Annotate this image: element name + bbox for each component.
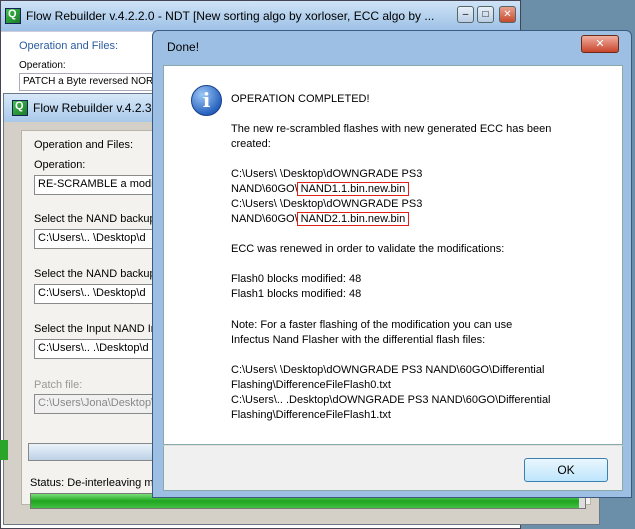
diff-file-1-line-1: C:\Users\.. .Desktop\dOWNGRADE PS3 NAND\… [231, 394, 551, 406]
message-heading: OPERATION COMPLETED! [231, 93, 370, 105]
flash1-count: Flash1 blocks modified: 48 [231, 288, 362, 300]
operation-files-group-label: Operation and Files: [34, 139, 134, 151]
output-path-1-line-1: C:\Users\ \Desktop\dOWNGRADE PS3 [231, 168, 423, 180]
operation-label: Operation: [34, 159, 86, 171]
output-file-2-highlight: NAND2.1.bin.new.bin [296, 212, 410, 226]
input-nand-label: Select the Input NAND Im [34, 323, 160, 335]
dialog-content: i OPERATION COMPLETED! The new re-scramb… [163, 65, 623, 445]
info-icon: i [191, 85, 222, 116]
output-path-1-prefix: NAND\60GO\ [231, 183, 298, 195]
message-intro-line-2: created: [231, 138, 271, 150]
dialog-titlebar[interactable]: Done! ✕ [153, 31, 631, 65]
diff-file-0-line-1: C:\Users\ \Desktop\dOWNGRADE PS3 NAND\60… [231, 364, 545, 376]
nand-backup-label-1: Select the NAND backup [34, 213, 156, 225]
back-window-title: Flow Rebuilder v.4.2.2.0 - NDT [New sort… [26, 9, 435, 23]
app-logo-icon [12, 100, 28, 116]
flash0-count: Flash0 blocks modified: 48 [231, 273, 362, 285]
done-dialog: Done! ✕ i OPERATION COMPLETED! The new r… [152, 30, 632, 498]
ecc-renewed-line: ECC was renewed in order to validate the… [231, 243, 505, 255]
message-intro-line-1: The new re-scrambled flashes with new ge… [231, 123, 552, 135]
operation-files-group-label: Operation and Files: [19, 40, 119, 52]
nand-backup-label-2: Select the NAND backup [34, 268, 156, 280]
output-path-2-line-1: C:\Users\ \Desktop\dOWNGRADE PS3 [231, 198, 423, 210]
minimize-button[interactable]: – [457, 6, 474, 23]
output-path-2-prefix: NAND\60GO\ [231, 213, 298, 225]
dialog-close-button[interactable]: ✕ [581, 35, 619, 53]
mid-window-title: Flow Rebuilder v.4.2.3.0 [33, 101, 162, 115]
status-text: Status: De-interleaving mod [30, 477, 166, 489]
maximize-button[interactable]: □ [477, 6, 494, 23]
output-path-2-line-2: NAND\60GO\ NAND2.1.bin.new.bin [231, 212, 410, 227]
back-window-titlebar[interactable]: Flow Rebuilder v.4.2.2.0 - NDT [New sort… [1, 1, 520, 31]
patch-file-label: Patch file: [34, 379, 83, 391]
side-progress-indicator [0, 440, 8, 460]
dialog-title: Done! [167, 40, 200, 54]
operation-label: Operation: [19, 60, 66, 71]
note-line-1: Note: For a faster flashing of the modif… [231, 319, 513, 331]
diff-file-0-line-2: Flashing\DifferenceFileFlash0.txt [231, 379, 391, 391]
app-logo-icon [5, 8, 21, 24]
close-button[interactable]: ✕ [499, 6, 516, 23]
dialog-footer: OK [163, 445, 623, 491]
output-file-1-highlight: NAND1.1.bin.new.bin [296, 182, 410, 196]
diff-file-1-line-2: Flashing\DifferenceFileFlash1.txt [231, 409, 391, 421]
note-line-2: Infectus Nand Flasher with the different… [231, 334, 486, 346]
ok-button[interactable]: OK [524, 458, 608, 482]
output-path-1-line-2: NAND\60GO\ NAND1.1.bin.new.bin [231, 182, 410, 197]
